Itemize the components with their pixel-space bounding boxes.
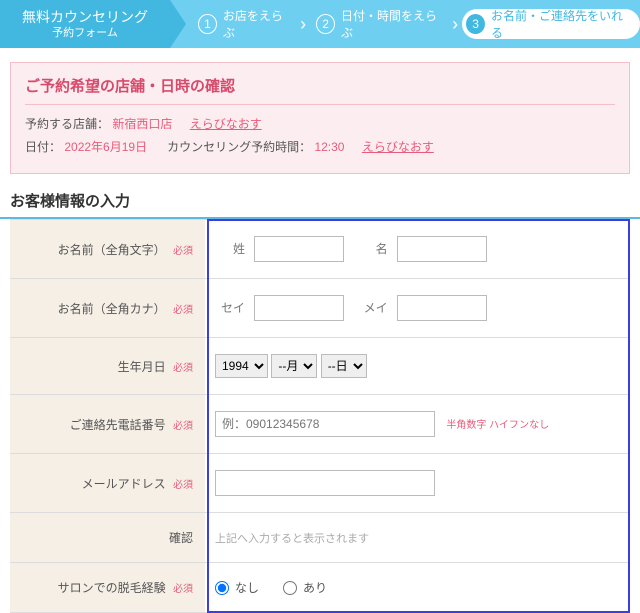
required-badge: 必須 xyxy=(173,584,193,595)
stepper-title-line2: 予約フォーム xyxy=(52,26,118,40)
email-confirm-note: 上記へ入力すると表示されます xyxy=(215,533,369,545)
confirm-time-label: カウンセリング予約時間： xyxy=(167,140,311,154)
mei-kana-label: メイ xyxy=(358,299,388,316)
confirmation-title: ご予約希望の店舗・日時の確認 xyxy=(25,75,615,105)
experience-label: サロンでの脱毛経験 xyxy=(58,581,166,595)
birth-day-select[interactable]: --日 xyxy=(321,354,367,378)
phone-hint: 半角数字 ハイフンなし xyxy=(446,420,549,431)
required-badge: 必須 xyxy=(173,480,193,491)
email-label: メールアドレス xyxy=(82,477,166,491)
step-num: 1 xyxy=(198,14,217,34)
step-3[interactable]: 3 お名前・ご連絡先をいれる xyxy=(462,9,640,39)
chevron-right-icon: › xyxy=(300,14,306,35)
birth-year-select[interactable]: 1994 xyxy=(215,354,268,378)
row-birth: 生年月日 必須 1994 --月 --日 xyxy=(10,338,630,395)
lastname-input[interactable] xyxy=(254,236,344,262)
birth-month-select[interactable]: --月 xyxy=(271,354,317,378)
confirm-date-row: 日付： 2022年6月19日 カウンセリング予約時間： 12:30 えらびなおす xyxy=(25,138,615,155)
sei-kana-label: セイ xyxy=(215,299,245,316)
name-label: お名前（全角文字） xyxy=(58,243,166,257)
email-confirm-label: 確認 xyxy=(169,531,193,545)
confirm-date-value: 2022年6月19日 xyxy=(64,140,147,154)
experience-none-radio[interactable] xyxy=(215,581,229,595)
experience-yes-option[interactable]: あり xyxy=(283,579,327,596)
step-label: お店をえらぶ xyxy=(223,7,290,41)
section-title: お客様情報の入力 xyxy=(10,190,630,211)
step-label: お名前・ご連絡先をいれる xyxy=(491,7,626,41)
firstname-input[interactable] xyxy=(397,236,487,262)
change-shop-link[interactable]: えらびなおす xyxy=(190,117,262,131)
kana-label: お名前（全角カナ） xyxy=(58,302,166,316)
required-badge: 必須 xyxy=(173,421,193,432)
mei-label: 名 xyxy=(358,240,388,257)
required-badge: 必須 xyxy=(173,246,193,257)
step-num: 3 xyxy=(466,14,485,34)
confirm-shop-row: 予約する店舗： 新宿西口店 えらびなおす xyxy=(25,115,615,132)
firstname-kana-input[interactable] xyxy=(397,295,487,321)
chevron-right-icon: › xyxy=(452,14,458,35)
stepper-bar: 無料カウンセリング 予約フォーム 1 お店をえらぶ › 2 日付・時間をえらぶ … xyxy=(0,0,640,48)
row-email: メールアドレス 必須 xyxy=(10,454,630,513)
required-badge: 必須 xyxy=(173,363,193,374)
birth-label: 生年月日 xyxy=(118,360,166,374)
row-phone: ご連絡先電話番号 必須 半角数字 ハイフンなし xyxy=(10,395,630,454)
lastname-kana-input[interactable] xyxy=(254,295,344,321)
stepper-title-line1: 無料カウンセリング xyxy=(22,8,148,26)
phone-input[interactable] xyxy=(215,411,435,437)
required-badge: 必須 xyxy=(173,305,193,316)
confirm-date-label: 日付： xyxy=(25,140,61,154)
experience-none-option[interactable]: なし xyxy=(215,579,259,596)
row-kana: お名前（全角カナ） 必須 セイ メイ xyxy=(10,279,630,338)
confirm-time-value: 12:30 xyxy=(314,140,344,154)
email-input[interactable] xyxy=(215,470,435,496)
row-email-confirm: 確認 上記へ入力すると表示されます xyxy=(10,513,630,563)
step-label: 日付・時間をえらぶ xyxy=(341,7,442,41)
confirm-shop-value: 新宿西口店 xyxy=(112,117,172,131)
change-time-link[interactable]: えらびなおす xyxy=(362,140,434,154)
sei-label: 姓 xyxy=(215,240,245,257)
experience-yes-label: あり xyxy=(303,579,327,596)
row-name: お名前（全角文字） 必須 姓 名 xyxy=(10,220,630,279)
experience-yes-radio[interactable] xyxy=(283,581,297,595)
step-1[interactable]: 1 お店をえらぶ xyxy=(192,7,296,41)
form-wrap: お名前（全角文字） 必須 姓 名 お名前（全角カナ） 必須 セイ メイ xyxy=(10,219,630,613)
stepper-steps: 1 お店をえらぶ › 2 日付・時間をえらぶ › 3 お名前・ご連絡先をいれる xyxy=(170,0,640,48)
step-2[interactable]: 2 日付・時間をえらぶ xyxy=(310,7,448,41)
row-experience: サロンでの脱毛経験 必須 なし あり xyxy=(10,563,630,613)
step-num: 2 xyxy=(316,14,335,34)
phone-label: ご連絡先電話番号 xyxy=(70,418,166,432)
confirmation-panel: ご予約希望の店舗・日時の確認 予約する店舗： 新宿西口店 えらびなおす 日付： … xyxy=(10,62,630,174)
confirm-shop-label: 予約する店舗： xyxy=(25,117,109,131)
experience-none-label: なし xyxy=(235,579,259,596)
stepper-title: 無料カウンセリング 予約フォーム xyxy=(0,0,170,48)
customer-form: お名前（全角文字） 必須 姓 名 お名前（全角カナ） 必須 セイ メイ xyxy=(10,219,630,613)
